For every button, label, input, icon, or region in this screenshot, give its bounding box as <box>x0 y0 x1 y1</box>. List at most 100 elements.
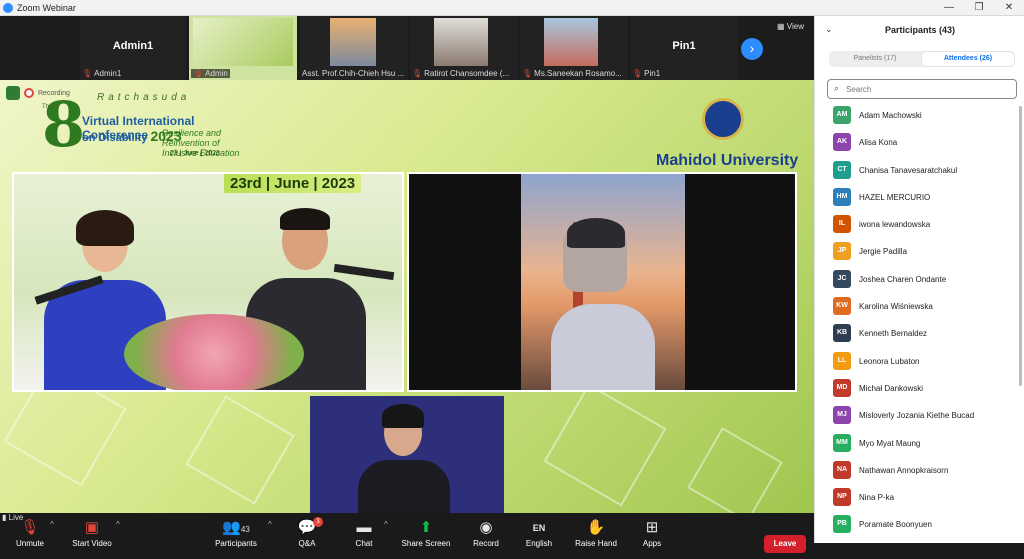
strip-tile-admin[interactable]: 🎙 Admin <box>189 16 297 80</box>
avatar: CT <box>833 160 851 179</box>
participant-count: 43 <box>240 525 250 534</box>
chat-button[interactable]: ▬ Chat ^ <box>334 517 394 548</box>
conference-number: 8 <box>42 88 86 161</box>
conference-brand: Ratchasuda <box>97 92 191 103</box>
view-button[interactable]: ▦ View <box>777 22 804 31</box>
attendee-name: Nathawan Annopkraisorn <box>859 465 949 475</box>
mic-muted-icon: 🎙 <box>412 69 423 78</box>
attendee-list: AM Adam Machowski AK Alisa Kona CT Chanisa Ta… <box>815 105 1021 542</box>
chevron-up-icon[interactable]: ^ <box>116 520 120 529</box>
strip-tile-pin1[interactable]: Pin1 🎙 Pin1 <box>630 16 738 80</box>
shared-screen: Recording 8 Ratchasuda The th Virtual In… <box>0 80 814 513</box>
video-presenters[interactable]: 23rd | June | 2023 <box>12 172 404 392</box>
qa-icon: 💬 <box>297 519 317 536</box>
list-item[interactable]: JC Joshea Charen Ondante <box>815 269 1021 296</box>
tile-video <box>434 18 488 66</box>
language-icon: EN <box>532 523 546 533</box>
mic-muted-icon: 🎙 <box>82 69 93 78</box>
maximize-icon[interactable]: ❐ <box>964 0 994 16</box>
chevron-up-icon[interactable]: ^ <box>50 520 54 529</box>
decor-hexagon <box>687 427 783 513</box>
mic-muted-icon: 🎙 <box>522 69 533 78</box>
tile-name: Pin1 <box>672 40 696 52</box>
list-item[interactable]: IL iwona lewandowska <box>815 214 1021 241</box>
attendee-name: Kenneth Bernaldez <box>859 329 928 339</box>
attendee-name: Michał Dankowski <box>859 383 924 393</box>
zoom-logo-icon <box>3 2 13 13</box>
qa-button[interactable]: 💬 3 Q&A <box>277 517 337 548</box>
attendee-name: Myo Myat Maung <box>859 438 921 448</box>
leave-button[interactable]: Leave <box>764 535 806 553</box>
strip-tile-ratirot[interactable]: 🎙 Ratirot Chansomdee (... <box>410 16 518 80</box>
avatar: AK <box>833 133 851 152</box>
list-item[interactable]: HM HAZEL MERCURIO <box>815 187 1021 214</box>
tile-label: 🎙 Admin <box>191 69 230 78</box>
list-item[interactable]: KW Karolina Wiśniewska <box>815 296 1021 323</box>
next-page-button[interactable]: › <box>741 38 763 60</box>
security-shield-icon[interactable] <box>6 86 20 100</box>
chevron-up-icon[interactable]: ^ <box>268 520 272 529</box>
search-icon: ⌕ <box>834 83 840 93</box>
search-input[interactable] <box>846 82 1006 96</box>
list-item[interactable]: KB Kenneth Bernaldez <box>815 323 1021 350</box>
list-item[interactable]: MJ Misloverly Jozania Kiethe Bucad <box>815 405 1021 432</box>
participants-button[interactable]: 👥43 Participants ^ <box>206 517 272 548</box>
attendee-name: Alisa Kona <box>859 138 898 148</box>
conference-ordinal: The th <box>42 104 60 110</box>
avatar: LL <box>833 351 851 370</box>
list-item[interactable]: PB Poramate Boonyuen <box>815 514 1021 541</box>
share-screen-button[interactable]: ⬆ Share Screen <box>396 517 456 548</box>
strip-tile-admin1[interactable]: Admin1 🎙 Admin1 <box>80 16 186 80</box>
tab-attendees[interactable]: Attendees (26) <box>922 52 1014 66</box>
video-sign-interpreter[interactable] <box>310 396 504 513</box>
list-item[interactable]: NP Nina P-ka <box>815 487 1021 514</box>
raise-hand-button[interactable]: ✋ Raise Hand <box>566 517 626 548</box>
unmute-button[interactable]: 🎙 Unmute ^ <box>0 517 60 548</box>
list-item[interactable]: NA Nathawan Annopkraisorn <box>815 460 1021 487</box>
apps-button[interactable]: ⊞ Apps <box>622 517 682 548</box>
decor-hexagon <box>185 395 295 505</box>
language-button[interactable]: EN English <box>509 517 569 548</box>
video-off-icon: ▣ <box>84 519 100 536</box>
video-strip: Admin1 🎙 Admin1 🎙 Admin Asst. Prof.Chih-Ch… <box>0 16 814 80</box>
panel-scrollbar[interactable] <box>1019 106 1022 386</box>
record-button[interactable]: ◉ Record <box>456 517 516 548</box>
apps-icon: ⊞ <box>645 519 659 536</box>
panel-header: ⌄ Participants (43) <box>815 16 1024 44</box>
chevron-right-icon: › <box>749 40 755 56</box>
list-item[interactable]: JP Jergie Padilla <box>815 241 1021 268</box>
tab-panelists[interactable]: Panelists (17) <box>829 51 921 67</box>
attendee-name: Poramate Boonyuen <box>859 520 932 530</box>
list-item[interactable]: MD Michał Dankowski <box>815 378 1021 405</box>
tile-label: 🎙 Admin1 <box>82 69 122 78</box>
video-remote-speaker[interactable] <box>407 172 797 392</box>
chevron-up-icon[interactable]: ^ <box>384 520 388 529</box>
record-dot-icon <box>24 88 34 98</box>
tile-video <box>544 18 598 66</box>
minimize-icon[interactable]: — <box>934 0 964 16</box>
start-video-button[interactable]: ▣ Start Video ^ <box>62 517 122 548</box>
close-icon[interactable]: ✕ <box>994 0 1024 16</box>
participant-tabs: Panelists (17) Attendees (26) <box>829 51 1015 67</box>
attendee-name: Chanisa Tanavesaratchakul <box>859 165 958 175</box>
grid-icon: ▦ <box>777 22 787 31</box>
conference-logo: 8 Ratchasuda The th Virtual Internationa… <box>42 88 252 164</box>
search-box: ⌕ <box>827 79 1017 99</box>
tile-label: 🎙 Ratirot Chansomdee (... <box>412 69 510 78</box>
participants-icon: 👥43 <box>222 519 250 536</box>
list-item[interactable]: AK Alisa Kona <box>815 132 1021 159</box>
strip-tile-chih-chieh[interactable]: Asst. Prof.Chih-Chieh Hsu ... <box>300 16 408 80</box>
attendee-name: Leonora Lubaton <box>859 356 920 366</box>
decor-hexagon <box>543 383 667 507</box>
strip-tile-saneekan[interactable]: 🎙 Ms.Saneekan Rosamo... <box>520 16 628 80</box>
window-title: Zoom Webinar <box>17 2 76 13</box>
list-item[interactable]: AM Adam Machowski <box>815 105 1021 132</box>
participants-panel: ⌄ Participants (43) Panelists (17) Atten… <box>814 16 1024 543</box>
list-item[interactable]: LL Leonora Lubaton <box>815 351 1021 378</box>
avatar: MM <box>833 433 851 452</box>
avatar: NA <box>833 460 851 479</box>
share-screen-icon: ⬆ <box>419 519 433 536</box>
flower-arrangement <box>124 314 304 390</box>
list-item[interactable]: CT Chanisa Tanavesaratchakul <box>815 160 1021 187</box>
list-item[interactable]: MM Myo Myat Maung <box>815 433 1021 460</box>
